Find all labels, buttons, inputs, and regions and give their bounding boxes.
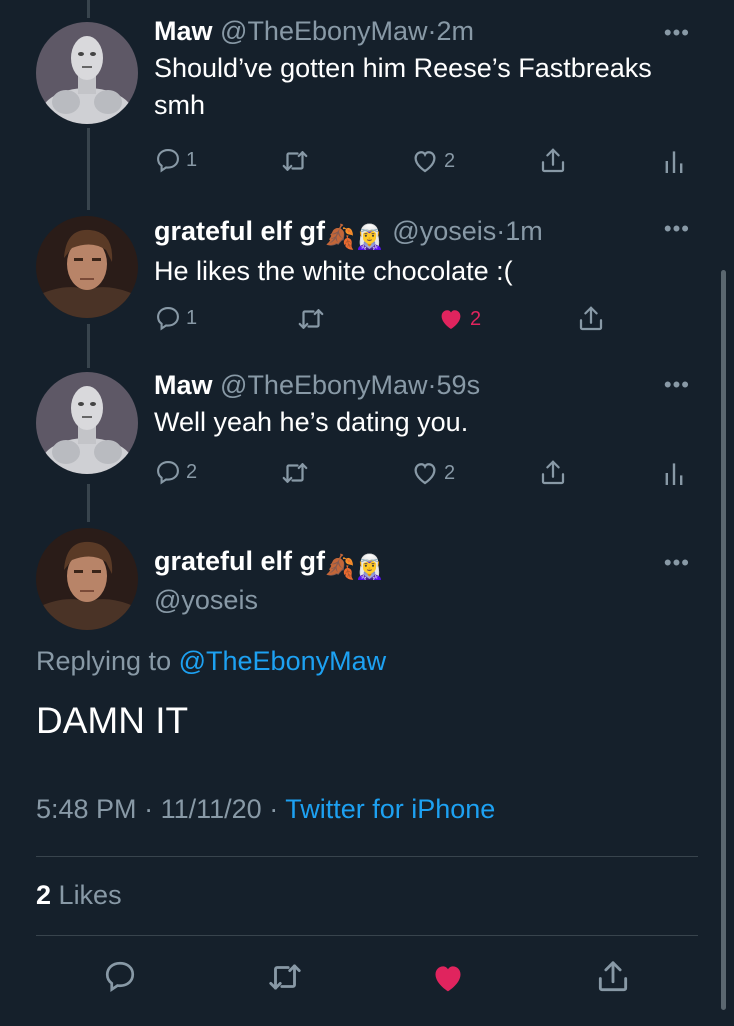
tweet-meta: 5:48 PM · 11/11/20 · Twitter for iPhone (36, 794, 495, 825)
likes-label: Likes (58, 880, 122, 910)
avatar[interactable] (36, 216, 138, 318)
divider (36, 935, 698, 936)
tweet-text: Should’ve gotten him Reese’s Fastbreaks … (154, 53, 652, 120)
share-button[interactable] (576, 304, 606, 334)
reply-count: 2 (186, 460, 198, 483)
main-tweet: grateful elf gf🍂🧝‍♀️ @yoseis ••• Replyin… (0, 526, 734, 1026)
retweet-icon (282, 463, 308, 483)
share-button[interactable] (538, 146, 568, 176)
reply-button[interactable] (102, 958, 138, 999)
likes-summary[interactable]: 2 Likes (36, 880, 122, 911)
tweet-text: He likes the white chocolate :( (154, 256, 513, 286)
share-icon (541, 460, 565, 485)
emoji-leaf-elf: 🍂🧝‍♀️ (325, 224, 385, 251)
analytics-button[interactable] (662, 458, 686, 488)
separator-dot: · (427, 370, 437, 400)
separator-dot: · (144, 794, 154, 824)
reply-count: 1 (186, 306, 198, 329)
display-name[interactable]: grateful elf gf (154, 216, 325, 246)
thread-tweet[interactable]: Maw @TheEbonyMaw·2m Should’ve gotten him… (0, 14, 734, 194)
reply-button[interactable]: 1 (154, 146, 197, 174)
like-button[interactable]: 2 (410, 146, 455, 176)
timestamp[interactable]: 59s (437, 370, 481, 400)
timestamp[interactable]: 1m (505, 216, 543, 246)
share-button[interactable] (538, 458, 568, 488)
retweet-button[interactable] (280, 458, 310, 488)
like-button[interactable] (428, 958, 468, 1003)
share-icon (579, 306, 603, 331)
share-icon (598, 961, 628, 992)
retweet-icon (282, 151, 308, 171)
more-options-icon[interactable]: ••• (664, 216, 690, 242)
reply-icon (157, 149, 179, 173)
likes-count: 2 (36, 880, 52, 910)
user-handle[interactable]: @TheEbonyMaw (220, 370, 428, 400)
display-name[interactable]: grateful elf gf (154, 546, 325, 576)
retweet-button[interactable] (296, 304, 326, 334)
avatar[interactable] (36, 372, 138, 474)
share-button[interactable] (594, 958, 632, 1001)
tweet-text: Well yeah he’s dating you. (154, 407, 469, 437)
reply-button[interactable]: 2 (154, 458, 197, 486)
separator-dot: · (269, 794, 279, 824)
user-handle[interactable]: @yoseis (392, 216, 496, 246)
like-button[interactable]: 2 (436, 304, 481, 334)
more-options-icon[interactable]: ••• (664, 550, 690, 576)
analytics-icon (665, 463, 683, 485)
share-icon (541, 148, 565, 173)
more-options-icon[interactable]: ••• (664, 20, 690, 46)
like-button[interactable]: 2 (410, 458, 455, 488)
user-handle[interactable]: @yoseis (154, 583, 698, 617)
main-tweet-text: DAMN IT (36, 700, 189, 741)
analytics-button[interactable] (662, 146, 686, 176)
replying-to: Replying to @TheEbonyMaw (36, 646, 386, 677)
retweet-icon (298, 309, 324, 329)
reply-icon (157, 307, 179, 331)
analytics-icon (665, 151, 683, 173)
scrollbar[interactable] (721, 270, 726, 1010)
emoji-leaf-elf: 🍂🧝‍♀️ (325, 554, 385, 581)
display-name[interactable]: Maw (154, 16, 213, 46)
replying-to-handle[interactable]: @TheEbonyMaw (179, 646, 387, 676)
reply-button[interactable]: 1 (154, 304, 197, 332)
retweet-button[interactable] (280, 146, 310, 176)
avatar[interactable] (36, 528, 138, 630)
thread-tweet[interactable]: grateful elf gf🍂🧝‍♀️ @yoseis·1m He likes… (0, 212, 734, 352)
avatar[interactable] (36, 22, 138, 124)
display-name[interactable]: Maw (154, 370, 213, 400)
tweet-time: 5:48 PM (36, 794, 137, 824)
separator-dot: · (496, 216, 506, 246)
like-count: 2 (444, 461, 456, 484)
retweet-button[interactable] (266, 958, 304, 1001)
more-options-icon[interactable]: ••• (664, 372, 690, 398)
reply-count: 1 (186, 148, 198, 171)
timestamp[interactable]: 2m (437, 16, 475, 46)
tweet-source-link[interactable]: Twitter for iPhone (285, 794, 495, 824)
heart-icon (414, 463, 436, 485)
like-count: 2 (470, 307, 482, 330)
like-count: 2 (444, 149, 456, 172)
white-armored-figure-avatar-image (36, 22, 138, 124)
retweet-icon (269, 964, 301, 990)
user-handle[interactable]: @TheEbonyMaw (220, 16, 428, 46)
heart-filled-icon (435, 966, 461, 992)
tweet-date: 11/11/20 (160, 794, 262, 824)
reply-icon (157, 461, 179, 485)
separator-dot: · (427, 16, 437, 46)
dark-haired-man-avatar-image (36, 216, 138, 318)
replying-to-label: Replying to (36, 646, 172, 676)
dark-haired-man-avatar-image (36, 528, 138, 630)
heart-filled-icon (441, 310, 461, 329)
white-armored-figure-avatar-image (36, 372, 138, 474)
heart-icon (414, 151, 436, 173)
divider (36, 856, 698, 857)
reply-icon (105, 961, 135, 993)
thread-tweet[interactable]: Maw @TheEbonyMaw·59s Well yeah he’s dati… (0, 366, 734, 506)
